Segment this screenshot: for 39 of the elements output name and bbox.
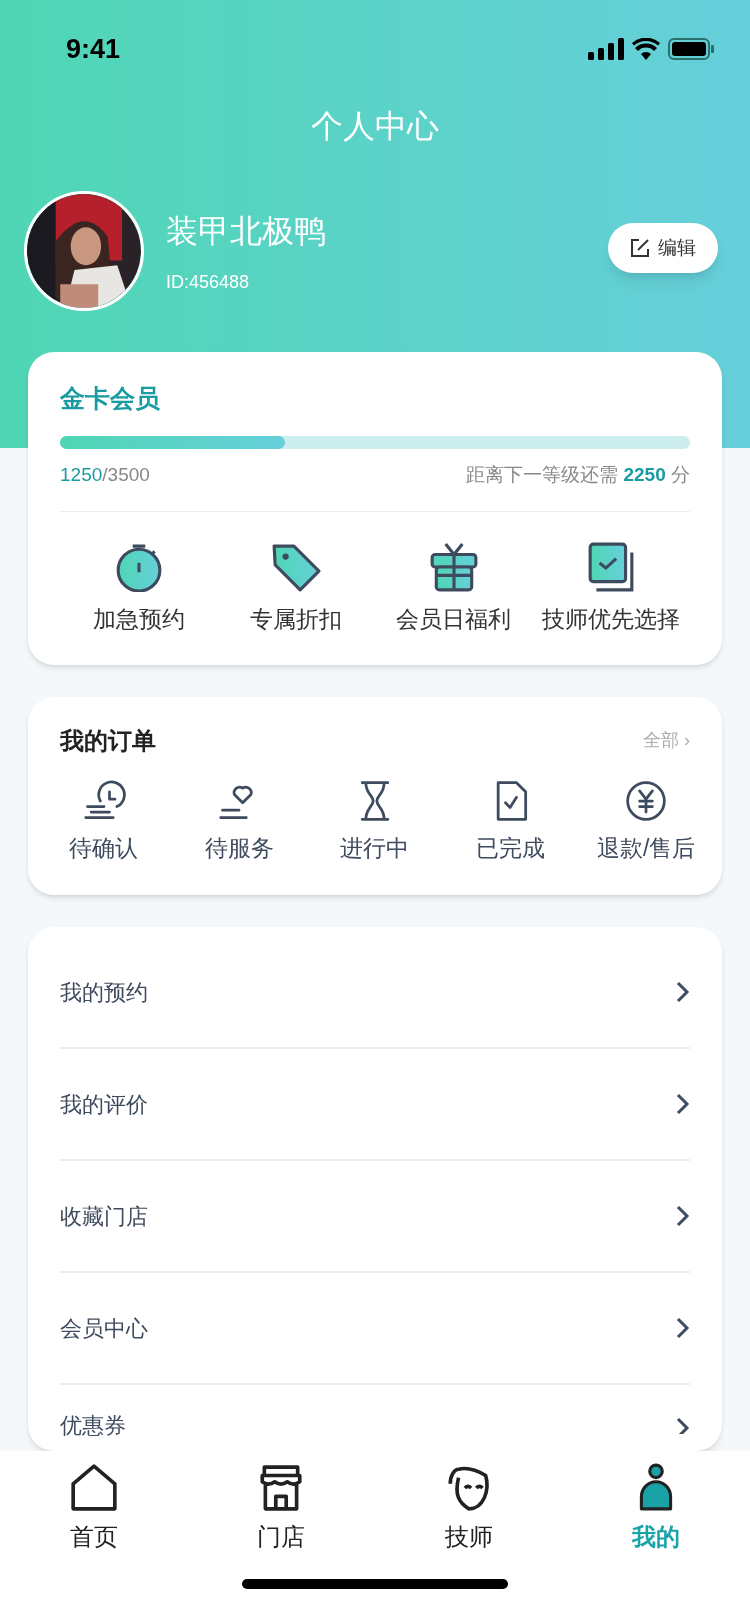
tab[interactable]: 首页 bbox=[0, 1463, 188, 1555]
edit-button[interactable]: 编辑 bbox=[608, 223, 718, 273]
home-icon bbox=[68, 1463, 119, 1513]
chevron-icon bbox=[676, 1093, 690, 1115]
order-status-label[interactable]: 已完成 bbox=[476, 830, 546, 865]
menu-item[interactable]: 优惠券 bbox=[60, 1411, 126, 1441]
gift-icon bbox=[428, 542, 479, 592]
tag-icon bbox=[271, 542, 322, 592]
next-level-text: 距离下一等级还需 2250 分 bbox=[466, 462, 690, 487]
user-name: 装甲北极鸭 bbox=[166, 211, 327, 251]
order-status-label[interactable]: 退款/售后 bbox=[597, 830, 696, 865]
chevron-icon bbox=[676, 1205, 690, 1227]
yen-icon bbox=[624, 778, 669, 823]
order-status-label[interactable]: 待确认 bbox=[69, 830, 139, 865]
tab[interactable]: 技师 bbox=[375, 1463, 563, 1555]
user-id: ID:456488 bbox=[166, 270, 251, 294]
order-status-label[interactable]: 进行中 bbox=[340, 830, 410, 865]
points-text: 1250/3500 bbox=[60, 462, 150, 487]
status-time: 9:41 bbox=[66, 32, 121, 66]
chevron-icon bbox=[676, 1317, 690, 1339]
menu-item[interactable]: 会员中心 bbox=[60, 1311, 148, 1345]
battery-icon bbox=[668, 38, 714, 60]
chevron-icon bbox=[676, 1417, 690, 1434]
perk-label[interactable]: 专属折扣 bbox=[250, 602, 343, 637]
perk-label[interactable]: 技师优先选择 bbox=[542, 602, 681, 637]
menu-item[interactable]: 我的评价 bbox=[60, 1087, 148, 1121]
perk-label[interactable]: 加急预约 bbox=[92, 602, 185, 637]
page-title: 个人中心 bbox=[311, 107, 439, 146]
section-title: 我的订单 bbox=[60, 725, 156, 756]
edit-icon bbox=[630, 238, 650, 258]
chevron-icon bbox=[676, 981, 690, 1003]
wifi-icon bbox=[632, 38, 660, 60]
menu-item[interactable]: 收藏门店 bbox=[60, 1199, 148, 1233]
tier-title: 金卡会员 bbox=[60, 383, 160, 414]
tab[interactable]: 门店 bbox=[187, 1463, 375, 1555]
signal-icon bbox=[588, 38, 624, 60]
menu-item[interactable]: 我的预约 bbox=[60, 975, 148, 1009]
order-status-label[interactable]: 待服务 bbox=[204, 830, 274, 865]
perk-label[interactable]: 会员日福利 bbox=[396, 602, 512, 637]
